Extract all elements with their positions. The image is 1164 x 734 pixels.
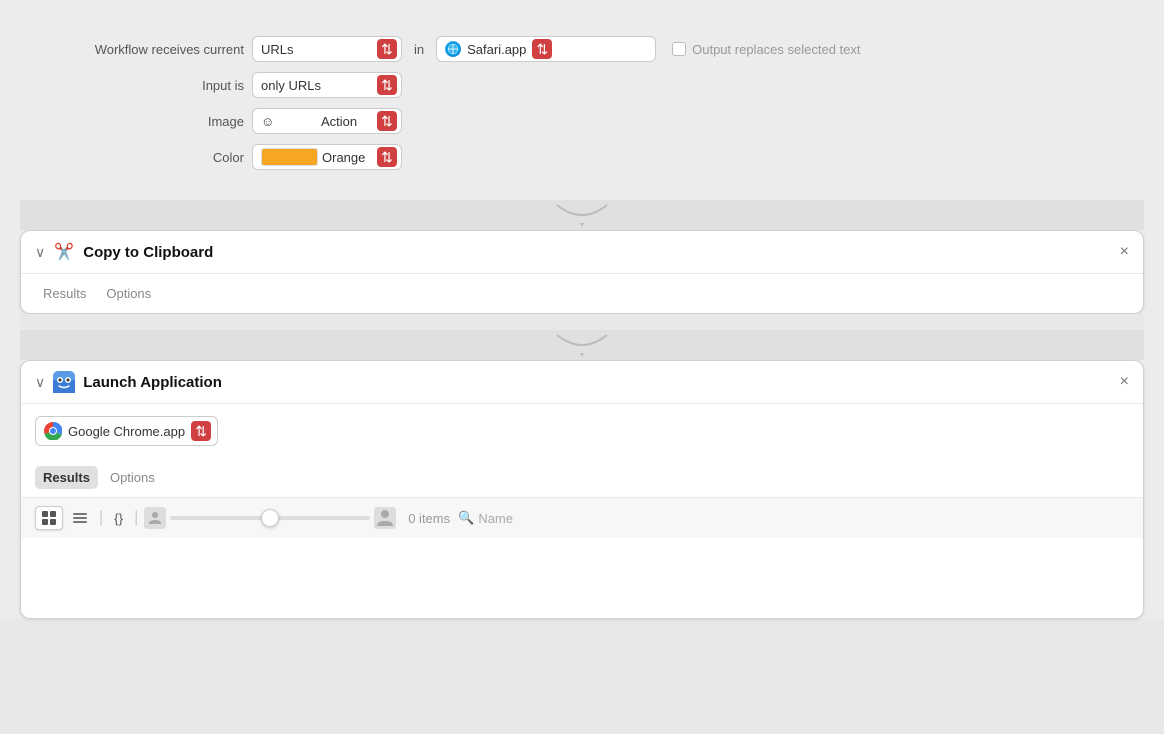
input-type-stepper[interactable]: ⇅ <box>377 39 397 59</box>
connector-1 <box>20 200 1144 230</box>
input-type-value: URLs <box>261 42 377 57</box>
workflow-receives-row: Workflow receives current URLs ⇅ in Safa… <box>44 36 1120 62</box>
copy-clipboard-card: ∨ ✂️ Copy to Clipboard × Results Options <box>20 230 1144 314</box>
copy-clipboard-tabs: Results Options <box>21 274 1143 313</box>
copy-clipboard-icon: ✂️ <box>53 241 75 263</box>
input-is-row: Input is only URLs ⇅ <box>44 72 1120 98</box>
copy-clipboard-options-tab[interactable]: Options <box>98 282 159 305</box>
results-content <box>21 538 1143 618</box>
list-view-btn[interactable] <box>67 507 93 529</box>
list-icon <box>72 510 88 526</box>
person-icon-start <box>144 507 166 529</box>
launch-application-options-tab[interactable]: Options <box>102 466 163 489</box>
workflow-settings: Workflow receives current URLs ⇅ in Safa… <box>20 20 1144 200</box>
separator-1: | <box>99 509 103 527</box>
color-label: Color <box>44 150 244 165</box>
connector-2 <box>20 330 1144 360</box>
launch-application-close-btn[interactable]: × <box>1120 374 1129 390</box>
workflow-receives-label: Workflow receives current <box>44 42 244 57</box>
input-type-control[interactable]: URLs ⇅ <box>252 36 402 62</box>
copy-clipboard-collapse-btn[interactable]: ∨ <box>35 244 45 261</box>
json-icon: {} <box>114 511 123 526</box>
image-stepper[interactable]: ⇅ <box>377 111 397 131</box>
safari-icon <box>445 41 461 57</box>
input-is-value: only URLs <box>261 78 377 93</box>
chrome-app-stepper[interactable]: ⇅ <box>191 421 211 441</box>
search-area: 🔍 Name <box>458 510 513 526</box>
color-control[interactable]: Orange ⇅ <box>252 144 402 170</box>
color-value: Orange <box>322 150 377 165</box>
separator-2: | <box>134 509 138 527</box>
json-view-btn[interactable]: {} <box>109 508 128 529</box>
launch-application-tabs: Results Options <box>21 458 1143 497</box>
items-count: 0 items <box>408 511 450 526</box>
image-row: Image ☺ Action ⇅ <box>44 108 1120 134</box>
size-slider[interactable] <box>170 516 370 520</box>
launch-application-card: ∨ Launch Application × <box>20 360 1144 619</box>
search-label: Name <box>478 511 513 526</box>
copy-clipboard-header: ∨ ✂️ Copy to Clipboard × <box>21 231 1143 274</box>
chrome-icon <box>44 422 62 440</box>
launch-application-header: ∨ Launch Application × <box>21 361 1143 404</box>
input-is-control[interactable]: only URLs ⇅ <box>252 72 402 98</box>
copy-clipboard-title: Copy to Clipboard <box>83 244 1111 261</box>
color-row: Color Orange ⇅ <box>44 144 1120 170</box>
slider-track <box>170 516 370 520</box>
chrome-app-name: Google Chrome.app <box>68 424 185 439</box>
output-replaces-row: Output replaces selected text <box>672 42 860 57</box>
app-selector-control[interactable]: Safari.app ⇅ <box>436 36 656 62</box>
grid-icon <box>41 510 57 526</box>
image-emoji: ☺ <box>261 114 317 129</box>
image-label: Image <box>44 114 244 129</box>
copy-clipboard-results-tab[interactable]: Results <box>35 282 94 305</box>
spacer-1 <box>20 314 1144 330</box>
app-name-value: Safari.app <box>467 42 526 57</box>
input-is-label: Input is <box>44 78 244 93</box>
in-label: in <box>414 42 424 57</box>
grid-view-btn[interactable] <box>35 506 63 530</box>
image-control[interactable]: ☺ Action ⇅ <box>252 108 402 134</box>
output-replaces-checkbox[interactable] <box>672 42 686 56</box>
input-is-stepper[interactable]: ⇅ <box>377 75 397 95</box>
launch-application-collapse-btn[interactable]: ∨ <box>35 374 45 391</box>
person-icon-end <box>374 507 396 529</box>
person-end-icon <box>375 508 395 528</box>
launch-application-icon <box>53 371 75 393</box>
app-stepper[interactable]: ⇅ <box>532 39 552 59</box>
person-start-icon <box>148 511 162 525</box>
search-icon: 🔍 <box>458 510 474 526</box>
image-value: Action <box>321 114 377 129</box>
connector-arrow-1 <box>552 203 612 227</box>
connector-arrow-2 <box>552 333 612 357</box>
copy-clipboard-close-btn[interactable]: × <box>1120 244 1129 260</box>
color-stepper[interactable]: ⇅ <box>377 147 397 167</box>
chrome-app-selector[interactable]: Google Chrome.app ⇅ <box>35 416 218 446</box>
slider-thumb <box>261 509 279 527</box>
color-swatch <box>261 148 318 166</box>
output-replaces-label: Output replaces selected text <box>692 42 860 57</box>
launch-application-title: Launch Application <box>83 374 1111 391</box>
results-toolbar: | {} | <box>21 497 1143 538</box>
launch-application-results-tab[interactable]: Results <box>35 466 98 489</box>
